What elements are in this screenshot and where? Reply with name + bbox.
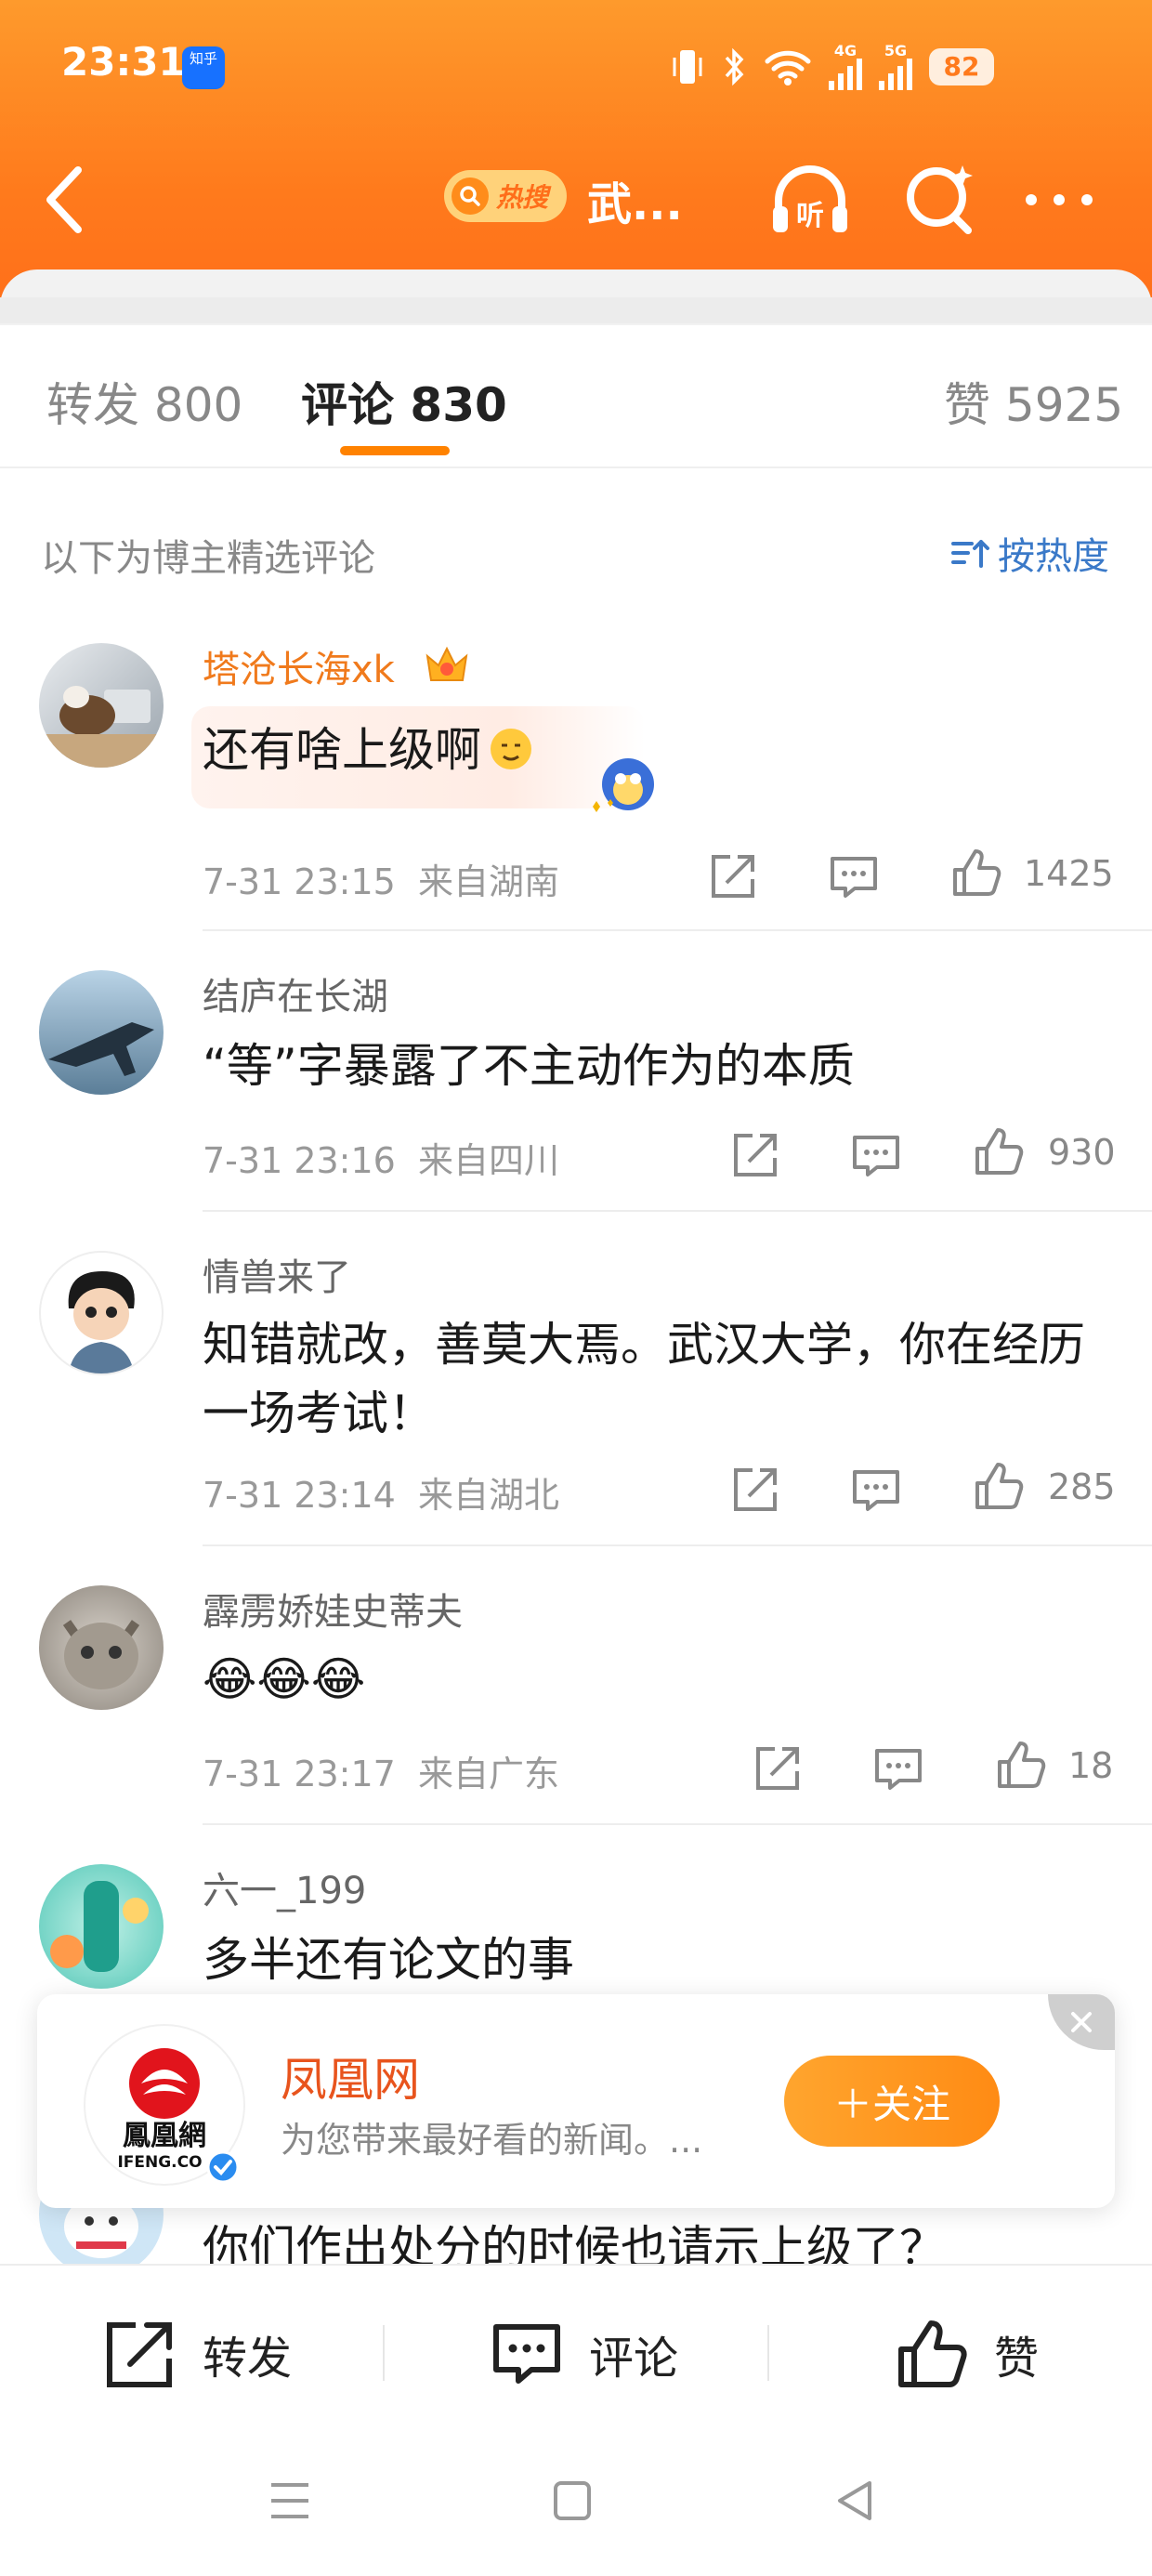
listen-button[interactable]: 听 <box>767 156 853 242</box>
headphone-icon: 听 <box>773 165 847 232</box>
avatar[interactable] <box>39 643 164 768</box>
like-label: 赞 <box>994 2333 1040 2385</box>
follow-button[interactable]: ＋关注 <box>784 2056 1000 2147</box>
comment-meta: 7-31 23:16 来自四川 <box>203 1140 560 1181</box>
crown-badge-icon <box>425 646 468 681</box>
comment-icon[interactable] <box>871 1741 925 1795</box>
separator <box>383 2325 385 2381</box>
account-name[interactable]: 凤凰网 <box>281 2043 420 2109</box>
comment-text: “等”字暴露了不主动作为的本质 <box>203 1039 855 1093</box>
comment-divider <box>203 929 1152 931</box>
comment-username[interactable]: 六一_199 <box>203 1860 366 1914</box>
comment-username[interactable]: 结庐在长湖 <box>203 966 388 1020</box>
like-icon[interactable] <box>994 1738 1048 1792</box>
avatar[interactable] <box>39 1251 164 1375</box>
account-description: 为您带来最好看的新闻。... <box>281 2120 703 2161</box>
avatar[interactable] <box>39 970 164 1095</box>
tab-repost[interactable]: 转发 800 <box>46 368 242 435</box>
comment-text: 😂😂😂 <box>203 1652 366 1706</box>
like-count: 18 <box>1068 1745 1114 1786</box>
like-button[interactable]: 赞 <box>894 2314 1039 2394</box>
comment-text: 多半还有论文的事 <box>203 1933 574 1987</box>
divider-strip <box>0 297 1152 323</box>
ifeng-logo[interactable]: 鳳凰網 IFENG.CO <box>84 2024 245 2186</box>
repost-icon[interactable] <box>728 1128 782 1182</box>
comment-meta: 7-31 23:14 来自湖北 <box>203 1475 560 1516</box>
tab-comments[interactable]: 评论 830 <box>301 368 507 435</box>
sort-label: 按热度 <box>998 535 1109 578</box>
hot-search-label: 热搜 <box>496 182 549 213</box>
comment-username[interactable]: 霹雳娇娃史蒂夫 <box>203 1582 463 1636</box>
comment-icon[interactable] <box>827 849 881 903</box>
comment-button[interactable]: 评论 <box>489 2314 678 2394</box>
repost-icon[interactable] <box>728 1463 782 1517</box>
sort-by-hot-button[interactable]: 按热度 <box>949 526 1109 580</box>
like-icon[interactable] <box>972 1459 1026 1513</box>
back-arrow-icon[interactable] <box>37 163 93 237</box>
avatar[interactable] <box>39 1585 164 1710</box>
home-nav-icon[interactable] <box>552 2479 593 2522</box>
close-icon <box>1071 2012 1092 2032</box>
status-icons: 4G 5G 82 <box>669 41 994 93</box>
comment-divider <box>203 1823 1152 1825</box>
comment-meta: 7-31 23:15 来自湖南 <box>203 861 560 902</box>
comment-username[interactable]: 塔沧长海xk <box>203 639 395 693</box>
sort-icon <box>951 540 989 568</box>
comment-meta: 7-31 23:17 来自广东 <box>203 1754 560 1794</box>
signal-4g-icon: 4G <box>829 44 862 90</box>
comment-divider <box>203 1544 1152 1546</box>
like-count: 930 <box>1048 1132 1116 1173</box>
like-count: 1425 <box>1024 853 1114 894</box>
bluetooth-icon <box>725 47 744 86</box>
bottom-action-bar: 转发 评论 赞 <box>0 2264 1152 2442</box>
thinking-emoji-icon <box>491 729 531 769</box>
comment-icon[interactable] <box>849 1463 903 1517</box>
repost-icon[interactable] <box>751 1741 805 1795</box>
like-icon[interactable] <box>972 1124 1026 1178</box>
selected-comments-note: 以下为博主精选评论 <box>41 537 375 580</box>
status-time: 23:31 <box>61 39 186 85</box>
repost-button[interactable]: 转发 <box>102 2314 292 2394</box>
like-icon <box>898 2320 967 2387</box>
battery-icon: 82 <box>929 48 994 85</box>
follow-recommendation-card: 鳳凰網 IFENG.CO 凤凰网 为您带来最好看的新闻。... ＋关注 <box>37 1994 1115 2208</box>
active-tab-indicator <box>340 446 450 455</box>
zhihu-app-badge: 知乎 <box>182 46 225 89</box>
repost-icon[interactable] <box>706 849 760 903</box>
comment-label: 评论 <box>589 2333 679 2385</box>
comment-username[interactable]: 情兽来了 <box>203 1247 351 1301</box>
tab-bar: 转发 800 评论 830 赞 5925 <box>0 325 1152 468</box>
sticker-icon <box>593 758 654 812</box>
more-options-icon[interactable] <box>1022 181 1096 218</box>
like-icon[interactable] <box>949 846 1003 900</box>
svg-text:IFENG.CO: IFENG.CO <box>117 2153 202 2172</box>
signal-5g-icon: 5G <box>879 44 912 90</box>
system-navigation-bar <box>0 2440 1152 2576</box>
search-sparkle-icon[interactable] <box>901 160 981 240</box>
search-icon <box>452 177 489 215</box>
menu-nav-icon[interactable] <box>268 2479 312 2522</box>
avatar[interactable] <box>39 1864 164 1989</box>
svg-text:听: 听 <box>796 200 824 232</box>
repost-label: 转发 <box>203 2333 293 2385</box>
repost-icon <box>107 2322 172 2387</box>
comment-text: 知错就改，善莫大焉。武汉大学，你在经历一场考试！ <box>203 1318 1085 1440</box>
comment-icon[interactable] <box>849 1128 903 1182</box>
hot-search-tag[interactable]: 热搜 <box>444 170 567 222</box>
tab-likes[interactable]: 赞 5925 <box>944 368 1123 435</box>
separator <box>767 2325 769 2381</box>
svg-text:鳳凰網: 鳳凰網 <box>123 2120 206 2152</box>
page-title: 武... <box>587 178 683 230</box>
back-nav-icon[interactable] <box>834 2477 875 2524</box>
close-card-button[interactable] <box>1048 1994 1115 2050</box>
like-count: 285 <box>1048 1466 1116 1507</box>
comment-divider <box>203 1210 1152 1212</box>
wifi-icon <box>765 50 811 85</box>
vibrate-icon <box>673 50 702 84</box>
comment-icon <box>493 2324 560 2384</box>
